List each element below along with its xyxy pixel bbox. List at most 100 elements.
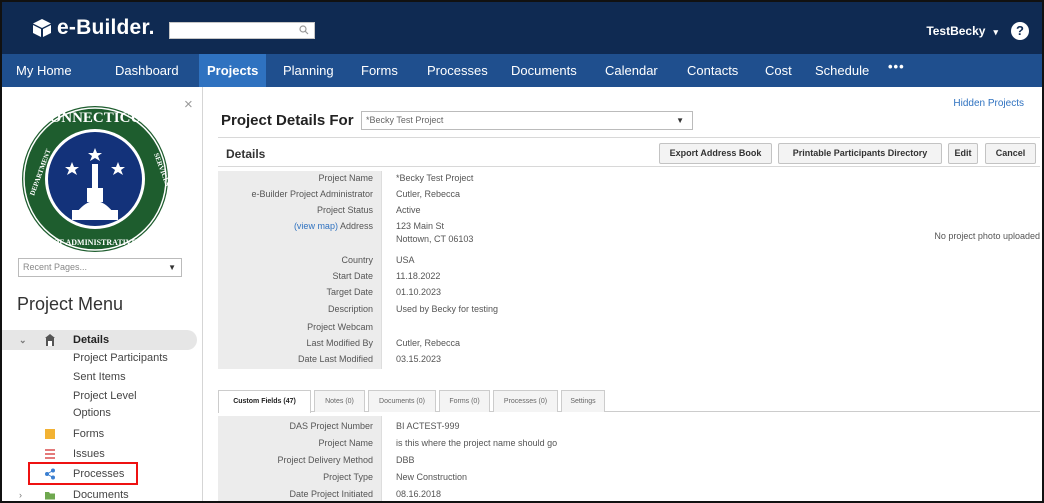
nav-calendar[interactable]: Calendar [605, 54, 658, 87]
nav-contacts[interactable]: Contacts [687, 54, 738, 87]
user-menu[interactable]: TestBecky ▾ [926, 24, 998, 38]
field-value: is this where the project name should go [396, 438, 558, 448]
detail-tabs: Custom Fields (47) Notes (0) Documents (… [218, 390, 1040, 413]
field-value: DBB [396, 455, 415, 465]
field-label: Target Date [326, 287, 373, 297]
global-search-input[interactable] [169, 22, 315, 39]
help-icon[interactable]: ? [1011, 22, 1029, 40]
recent-pages-select[interactable]: Recent Pages... ▼ [18, 258, 182, 277]
field-value: 01.10.2023 [396, 287, 442, 297]
field-value: *Becky Test Project [396, 173, 474, 183]
field-value: Cutler, Rebecca [396, 338, 461, 348]
highlight-box [28, 462, 138, 485]
field-label: Project Delivery Method [277, 455, 373, 465]
menu-item-details[interactable]: ⌄ Details [2, 330, 197, 350]
edit-button[interactable]: Edit [948, 143, 978, 164]
nav-documents[interactable]: Documents [511, 54, 577, 87]
field-label: Date Project Initiated [289, 489, 373, 499]
field-label: Start Date [332, 271, 373, 281]
svg-text:CONNECTICUT: CONNECTICUT [39, 110, 152, 126]
dropdown-arrow-icon: ▼ [168, 263, 176, 272]
export-address-book-button[interactable]: Export Address Book [659, 143, 772, 164]
svg-text:OF ADMINISTRATIVE: OF ADMINISTRATIVE [53, 238, 137, 247]
value-column: BI ACTEST-999 is this where the project … [381, 416, 1040, 501]
nav-processes[interactable]: Processes [427, 54, 488, 87]
cube-icon [33, 19, 51, 37]
menu-item-forms[interactable]: Forms [2, 424, 197, 444]
field-value: Nottown, CT 06103 [396, 234, 474, 244]
field-value: 03.15.2023 [396, 354, 442, 364]
nav-projects[interactable]: Projects [199, 54, 267, 87]
address-label-row: (view map) Address [294, 221, 373, 231]
nav-cost[interactable]: Cost [765, 54, 792, 87]
field-label: e-Builder Project Administrator [251, 189, 373, 199]
nav-my-home[interactable]: My Home [16, 54, 72, 87]
tab-custom-fields[interactable]: Custom Fields (47) [218, 390, 311, 413]
label-column: DAS Project Number Project Name Project … [218, 416, 381, 501]
field-label: Project Webcam [307, 322, 373, 332]
issues-list-icon [45, 449, 55, 459]
cancel-button[interactable]: Cancel [985, 143, 1036, 164]
value-column: *Becky Test Project Cutler, Rebecca Acti… [381, 171, 1040, 369]
project-select[interactable]: *Becky Test Project ▼ [361, 111, 693, 130]
details-heading: Details [226, 147, 266, 161]
view-map-link[interactable]: (view map) [294, 221, 338, 231]
menu-label-documents: Documents [73, 489, 129, 501]
search-icon[interactable] [299, 25, 309, 35]
hidden-projects-link[interactable]: Hidden Projects [953, 98, 1024, 109]
nav-planning[interactable]: Planning [283, 54, 334, 87]
dropdown-arrow-icon: ▼ [676, 116, 684, 125]
details-grid: Project Name e-Builder Project Administr… [218, 171, 1040, 369]
nav-more-icon[interactable]: ••• [888, 50, 905, 83]
caret-down-icon: ▾ [993, 27, 998, 37]
tab-processes[interactable]: Processes (0) [493, 390, 558, 412]
field-label: Project Name [318, 438, 373, 448]
field-value: 08.16.2018 [396, 489, 442, 499]
top-bar: e-Builder. TestBecky ▾ ? [2, 2, 1042, 54]
menu-item-issues[interactable]: Issues [2, 444, 197, 464]
divider [218, 137, 1040, 138]
submenu-options-line[interactable]: Options [73, 407, 111, 419]
field-value: Active [396, 205, 421, 215]
user-name: TestBecky [926, 24, 986, 38]
menu-label-issues: Issues [73, 448, 105, 460]
field-value: New Construction [396, 472, 468, 482]
chevron-right-icon[interactable]: › [19, 490, 22, 500]
field-label: Last Modified By [306, 338, 373, 348]
menu-label-forms: Forms [73, 428, 105, 440]
submenu-project-participants[interactable]: Project Participants [73, 352, 168, 364]
brand-name: e-Builder. [57, 16, 155, 39]
printable-directory-button[interactable]: Printable Participants Directory [778, 143, 942, 164]
page-title: Project Details For [221, 112, 354, 129]
tab-notes[interactable]: Notes (0) [314, 390, 365, 412]
main-nav: My Home Dashboard Projects Planning Form… [2, 54, 1042, 87]
tab-forms[interactable]: Forms (0) [439, 390, 490, 412]
tab-settings[interactable]: Settings [561, 390, 605, 412]
field-value: Cutler, Rebecca [396, 189, 461, 199]
custom-fields-grid: DAS Project Number Project Name Project … [218, 416, 1040, 501]
close-icon[interactable]: × [184, 96, 193, 113]
field-value: 123 Main St [396, 221, 445, 231]
menu-item-documents[interactable]: › Documents [2, 485, 197, 501]
field-value: USA [396, 255, 415, 265]
project-photo-placeholder: No project photo uploaded [934, 231, 1040, 241]
submenu-sent-items[interactable]: Sent Items [73, 371, 126, 383]
submenu-project-level-options[interactable]: Project Level [73, 390, 137, 402]
nav-forms[interactable]: Forms [361, 54, 398, 87]
field-value: Used by Becky for testing [396, 304, 499, 314]
field-value: 11.18.2022 [396, 271, 441, 281]
app-window: e-Builder. TestBecky ▾ ? My Home Dashboar… [0, 0, 1044, 503]
building-icon [45, 334, 55, 346]
field-label: Project Type [323, 472, 373, 482]
nav-dashboard[interactable]: Dashboard [115, 54, 179, 87]
tab-documents[interactable]: Documents (0) [368, 390, 436, 412]
field-value: BI ACTEST-999 [396, 421, 460, 431]
project-sidebar: × CONNECTICUT OF ADMINISTRATIVE DEPARTME… [2, 87, 203, 501]
divider [218, 166, 1040, 167]
chevron-down-icon[interactable]: ⌄ [19, 335, 27, 346]
project-select-value: *Becky Test Project [366, 115, 444, 125]
nav-schedule[interactable]: Schedule [815, 54, 869, 87]
connecticut-seal-logo: CONNECTICUT OF ADMINISTRATIVE DEPARTMENT… [22, 106, 170, 252]
form-icon [45, 429, 55, 439]
brand-logo[interactable]: e-Builder. [32, 15, 155, 41]
